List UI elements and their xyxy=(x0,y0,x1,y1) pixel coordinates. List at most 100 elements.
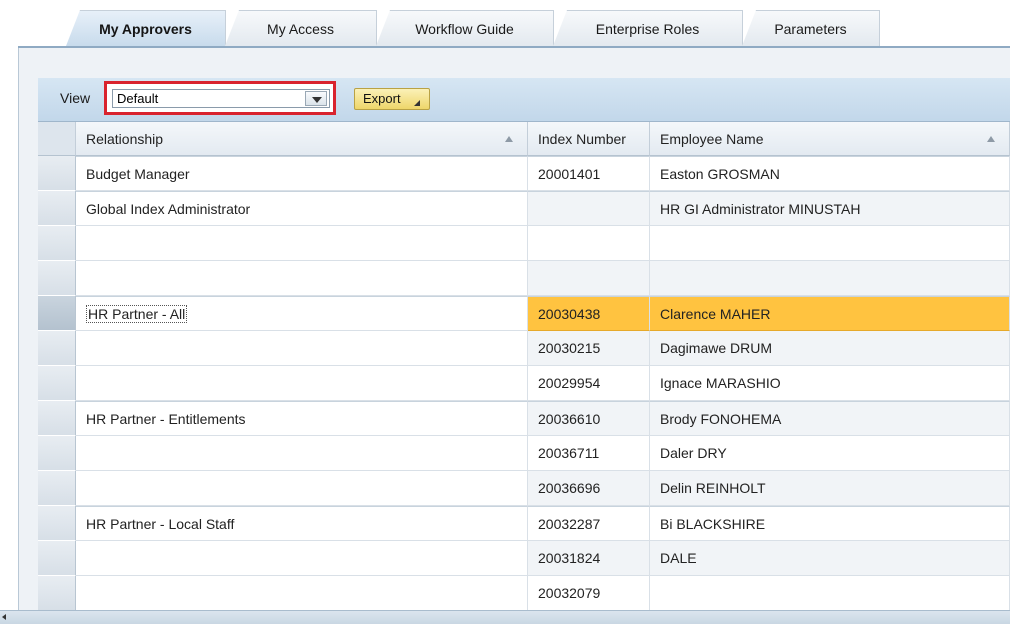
row-selector[interactable] xyxy=(38,331,76,366)
cell-index-number[interactable]: 20036696 xyxy=(528,471,650,506)
cell-index-number-text: 20030438 xyxy=(538,306,601,322)
cell-index-number[interactable]: 20031824 xyxy=(528,541,650,576)
cell-relationship[interactable] xyxy=(76,366,528,401)
cell-employee-name[interactable]: HR GI Administrator MINUSTAH xyxy=(650,191,1010,226)
scroll-left-icon[interactable] xyxy=(2,614,6,620)
cell-employee-name[interactable]: Brody FONOHEMA xyxy=(650,401,1010,436)
row-selector[interactable] xyxy=(38,506,76,541)
cell-relationship[interactable] xyxy=(76,576,528,610)
cell-relationship[interactable]: HR Partner - All xyxy=(76,296,528,331)
row-selector[interactable] xyxy=(38,261,76,296)
row-selector[interactable] xyxy=(38,436,76,471)
cell-index-number-text: 20036696 xyxy=(538,480,601,496)
cell-index-number-text: 20032079 xyxy=(538,585,601,601)
cell-index-number-text: 20001401 xyxy=(538,166,601,182)
cell-index-number[interactable]: 20036610 xyxy=(528,401,650,436)
cell-index-number[interactable]: 20030215 xyxy=(528,331,650,366)
cell-relationship[interactable] xyxy=(76,331,528,366)
column-header-relationship[interactable]: Relationship xyxy=(76,122,528,156)
cell-employee-name-text: Ignace MARASHIO xyxy=(660,375,781,391)
select-all-header[interactable] xyxy=(38,122,76,156)
cell-index-number-text: 20032287 xyxy=(538,516,601,532)
cell-index-number[interactable] xyxy=(528,261,650,296)
cell-index-number-text: 20036610 xyxy=(538,411,601,427)
row-selector[interactable] xyxy=(38,401,76,436)
approvers-table: Relationship Index Number Employee Name … xyxy=(38,122,1010,610)
tab-parameters[interactable]: Parameters xyxy=(742,10,880,46)
cell-relationship[interactable]: HR Partner - Entitlements xyxy=(76,401,528,436)
cell-employee-name-text: DALE xyxy=(660,550,697,566)
cell-employee-name[interactable] xyxy=(650,576,1010,610)
view-select[interactable]: Default xyxy=(112,89,330,108)
cell-index-number[interactable] xyxy=(528,226,650,261)
cell-index-number[interactable]: 20032287 xyxy=(528,506,650,541)
column-label-index-number: Index Number xyxy=(538,131,626,147)
cell-index-number[interactable]: 20030438 xyxy=(528,296,650,331)
row-selector[interactable] xyxy=(38,156,76,191)
cell-employee-name[interactable]: Easton GROSMAN xyxy=(650,156,1010,191)
view-label: View xyxy=(60,90,91,106)
cell-relationship[interactable]: Budget Manager xyxy=(76,156,528,191)
sort-icon[interactable] xyxy=(505,136,513,142)
cell-employee-name-text: Dagimawe DRUM xyxy=(660,340,773,356)
view-select-value: Default xyxy=(117,91,159,106)
cell-index-number-text: 20036711 xyxy=(538,445,600,461)
cell-employee-name[interactable]: Clarence MAHER xyxy=(650,296,1010,331)
column-header-index-number[interactable]: Index Number xyxy=(528,122,650,156)
cell-relationship[interactable] xyxy=(76,541,528,576)
cell-employee-name[interactable]: Dagimawe DRUM xyxy=(650,331,1010,366)
column-label-relationship: Relationship xyxy=(86,131,164,147)
cell-employee-name-text: Delin REINHOLT xyxy=(660,480,766,496)
tab-my-approvers[interactable]: My Approvers xyxy=(66,10,226,46)
cell-relationship[interactable] xyxy=(76,261,528,296)
cell-index-number[interactable]: 20029954 xyxy=(528,366,650,401)
cell-index-number-text: 20030215 xyxy=(538,340,601,356)
tab-workflow-guide[interactable]: Workflow Guide xyxy=(376,10,554,46)
horizontal-scrollbar[interactable] xyxy=(0,610,1010,624)
row-selector[interactable] xyxy=(38,226,76,261)
cell-index-number[interactable] xyxy=(528,191,650,226)
row-selector[interactable] xyxy=(38,296,76,331)
cell-index-number-text: 20031824 xyxy=(538,550,601,566)
view-select-highlight: Default xyxy=(104,81,336,115)
row-selector[interactable] xyxy=(38,366,76,401)
cell-relationship-text: Global Index Administrator xyxy=(86,201,251,217)
cell-employee-name-text: Easton GROSMAN xyxy=(660,166,780,182)
chevron-down-icon[interactable] xyxy=(305,91,327,106)
row-selector[interactable] xyxy=(38,576,76,610)
cell-relationship-text: HR Partner - All xyxy=(86,305,188,323)
cell-relationship[interactable] xyxy=(76,226,528,261)
row-selector[interactable] xyxy=(38,541,76,576)
cell-employee-name[interactable] xyxy=(650,261,1010,296)
row-selector[interactable] xyxy=(38,471,76,506)
cell-employee-name-text: HR GI Administrator MINUSTAH xyxy=(660,201,861,217)
cell-index-number[interactable]: 20032079 xyxy=(528,576,650,610)
cell-employee-name-text: Bi BLACKSHIRE xyxy=(660,516,766,532)
cell-relationship[interactable]: HR Partner - Local Staff xyxy=(76,506,528,541)
export-label: Export xyxy=(363,91,401,106)
cell-employee-name[interactable]: Delin REINHOLT xyxy=(650,471,1010,506)
cell-employee-name[interactable]: DALE xyxy=(650,541,1010,576)
cell-index-number[interactable]: 20036711 xyxy=(528,436,650,471)
export-button[interactable]: Export xyxy=(354,88,430,110)
cell-relationship[interactable]: Global Index Administrator xyxy=(76,191,528,226)
tab-strip: My Approvers My Access Workflow Guide En… xyxy=(0,0,1010,48)
row-selector[interactable] xyxy=(38,191,76,226)
cell-relationship[interactable] xyxy=(76,436,528,471)
cell-relationship-text: HR Partner - Entitlements xyxy=(86,411,246,427)
cell-employee-name[interactable] xyxy=(650,226,1010,261)
cell-employee-name[interactable]: Daler DRY xyxy=(650,436,1010,471)
cell-relationship-text: HR Partner - Local Staff xyxy=(86,516,235,532)
column-label-employee-name: Employee Name xyxy=(660,131,764,147)
cell-relationship[interactable] xyxy=(76,471,528,506)
app-window: My Approvers My Access Workflow Guide En… xyxy=(0,0,1010,624)
cell-employee-name[interactable]: Bi BLACKSHIRE xyxy=(650,506,1010,541)
column-header-employee-name[interactable]: Employee Name xyxy=(650,122,1010,156)
cell-index-number[interactable]: 20001401 xyxy=(528,156,650,191)
tab-enterprise-roles[interactable]: Enterprise Roles xyxy=(553,10,743,46)
tab-my-access[interactable]: My Access xyxy=(225,10,377,46)
cell-index-number-text: 20029954 xyxy=(538,375,601,391)
table-toolbar: View Default Export xyxy=(38,78,1010,122)
cell-employee-name[interactable]: Ignace MARASHIO xyxy=(650,366,1010,401)
sort-icon[interactable] xyxy=(987,136,995,142)
